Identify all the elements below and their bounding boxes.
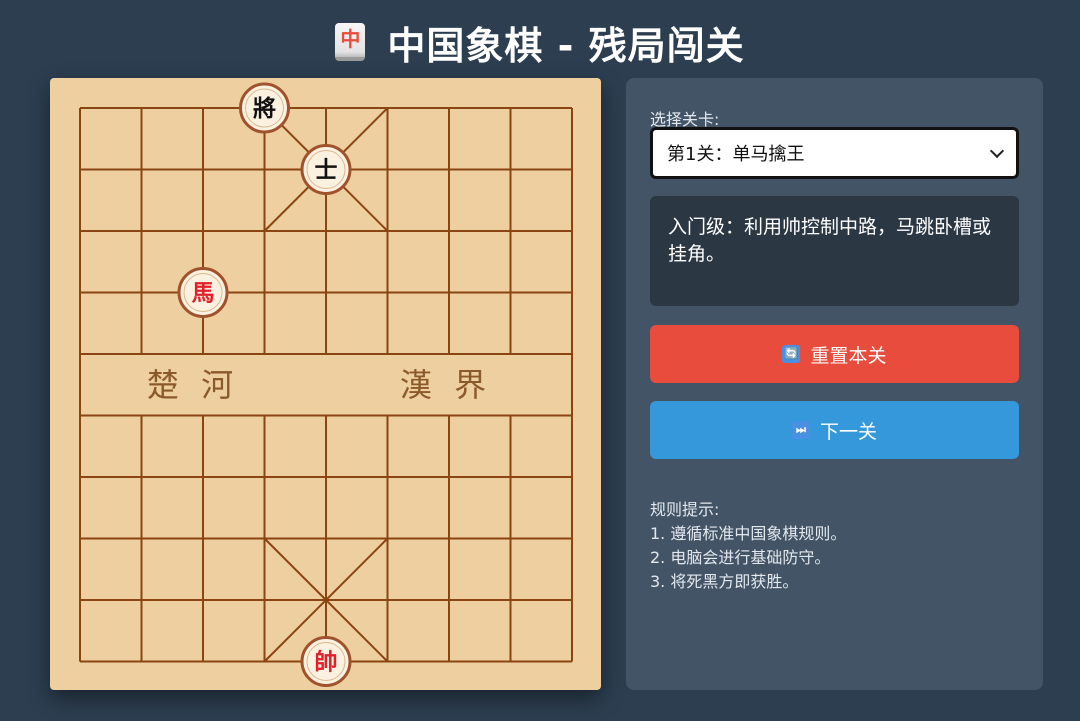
rule-item: 3. 将死黑方即获胜。 xyxy=(650,572,799,591)
reset-level-label: 重置本关 xyxy=(810,344,887,367)
level-select[interactable]: 第1关：单马擒王 xyxy=(650,127,1019,179)
rule-item: 1. 遵循标准中国象棋规则。 xyxy=(650,524,847,543)
rules-title: 规则提示: xyxy=(650,500,720,519)
chess-piece-red[interactable]: 馬 xyxy=(177,267,229,318)
mahjong-tile-icon: 中 xyxy=(335,23,366,61)
next-level-label: 下一关 xyxy=(819,420,877,443)
reset-level-button[interactable]: 🔄 重置本关 xyxy=(650,325,1019,383)
refresh-icon: 🔄 xyxy=(782,345,801,363)
level-select-value: 第1关：单马擒王 xyxy=(667,144,805,165)
river-text-han: 漢 界 xyxy=(400,366,492,404)
chess-piece-red[interactable]: 帥 xyxy=(300,636,352,687)
rules-hint: 规则提示: 1. 遵循标准中国象棋规则。 2. 电脑会进行基础防守。 3. 将死… xyxy=(650,498,846,594)
next-level-button[interactable]: ⏭ 下一关 xyxy=(650,401,1019,459)
piece-label: 將 xyxy=(253,95,276,122)
chess-board[interactable]: 楚 河 漢 界 將士馬帥 xyxy=(50,78,601,690)
piece-label: 士 xyxy=(315,157,338,184)
level-description: 入门级：利用帅控制中路，马跳卧槽或挂角。 xyxy=(650,196,1019,306)
piece-label: 馬 xyxy=(192,280,215,307)
control-panel: 选择关卡: 第1关：单马擒王 入门级：利用帅控制中路，马跳卧槽或挂角。 🔄 重置… xyxy=(626,78,1043,690)
chess-piece-black[interactable]: 將 xyxy=(239,82,290,134)
chevron-down-icon xyxy=(989,143,1005,159)
chess-piece-black[interactable]: 士 xyxy=(300,144,352,195)
page-title: 中国象棋 - 残局闯关 xyxy=(387,23,745,68)
river-text-chu: 楚 河 xyxy=(147,366,239,404)
piece-label: 帥 xyxy=(315,649,338,676)
page-header: 中 中国象棋 - 残局闯关 xyxy=(0,14,1080,70)
next-track-icon: ⏭ xyxy=(791,421,810,439)
rule-item: 2. 电脑会进行基础防守。 xyxy=(650,548,831,567)
board-canvas[interactable]: 楚 河 漢 界 將士馬帥 xyxy=(50,78,601,690)
